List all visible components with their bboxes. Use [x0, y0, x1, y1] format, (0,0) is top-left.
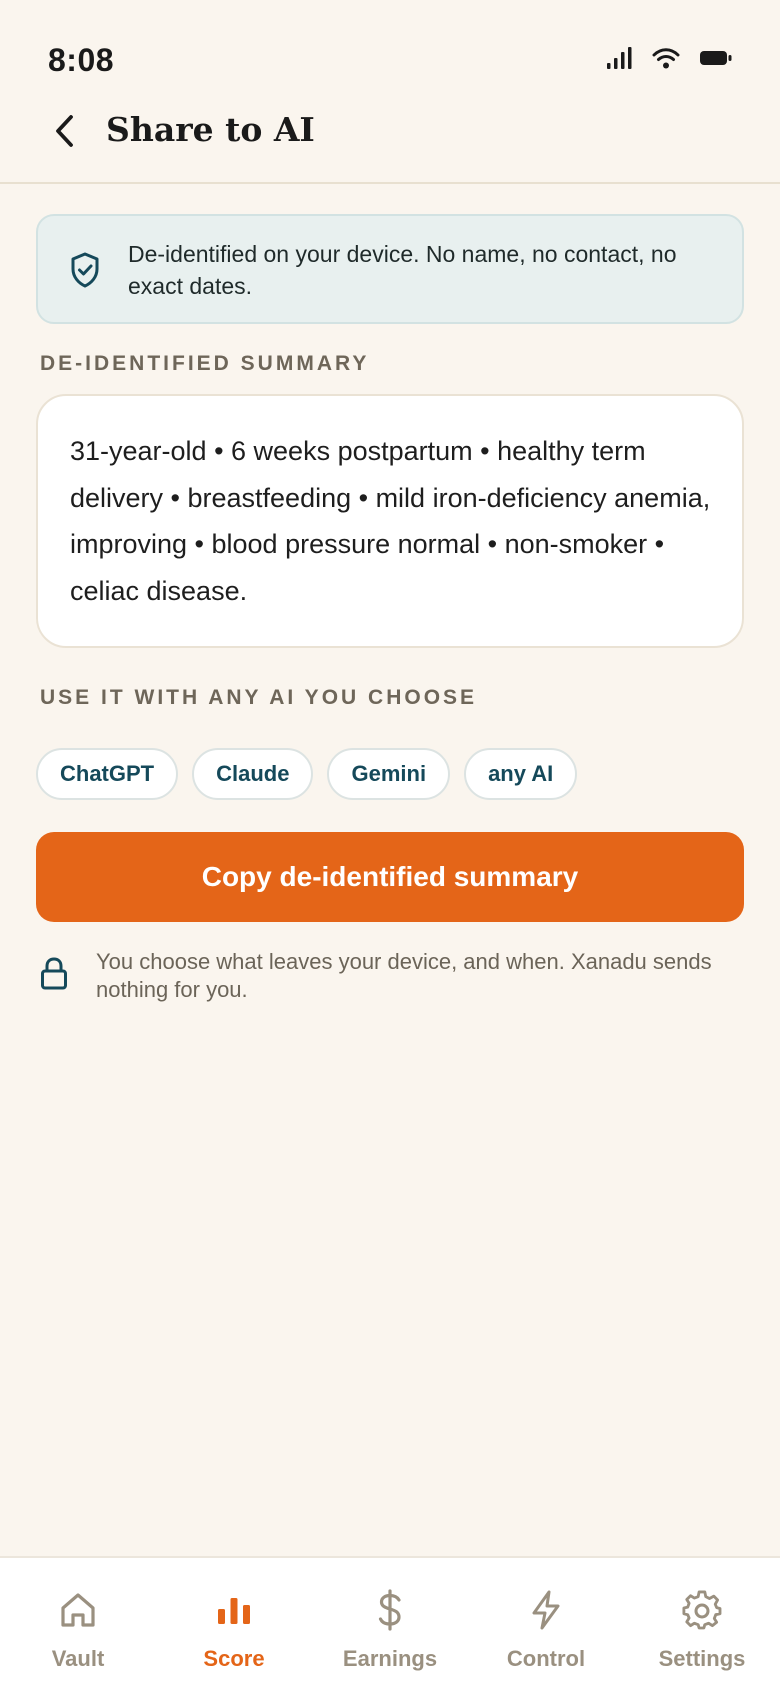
- dollar-icon: [375, 1588, 405, 1632]
- tab-earnings[interactable]: Earnings: [312, 1558, 468, 1688]
- battery-icon: [700, 49, 732, 72]
- de-identified-notice: De-identified on your device. No name, n…: [36, 214, 744, 324]
- back-button[interactable]: [40, 108, 90, 158]
- ai-chip-list: ChatGPT Claude Gemini any AI: [36, 748, 578, 800]
- page-title: Share to AI: [106, 110, 315, 149]
- privacy-text: You choose what leaves your device, and …: [96, 949, 712, 1002]
- status-bar: 8:08: [0, 0, 780, 100]
- tab-vault[interactable]: Vault: [0, 1558, 156, 1688]
- summary-text: 31-year-old • 6 weeks postpartum • healt…: [70, 436, 711, 606]
- notice-text: De-identified on your device. No name, n…: [128, 241, 677, 299]
- tab-control[interactable]: Control: [468, 1558, 624, 1688]
- tab-settings[interactable]: Settings: [624, 1558, 780, 1688]
- status-icons: [606, 46, 732, 75]
- shield-check-icon: [70, 252, 100, 293]
- tab-earnings-label: Earnings: [342, 1646, 438, 1671]
- chip-any-ai[interactable]: any AI: [464, 748, 578, 800]
- lightning-icon: [529, 1588, 563, 1632]
- chip-claude[interactable]: Claude: [192, 748, 314, 800]
- chevron-left-icon: [52, 114, 78, 153]
- copy-summary-button[interactable]: Copy de-identified summary: [36, 832, 744, 922]
- tab-vault-label: Vault: [51, 1646, 105, 1671]
- wifi-icon: [652, 46, 680, 75]
- bar-chart-icon: [216, 1588, 252, 1632]
- cellular-signal-icon: [606, 46, 632, 75]
- chip-chatgpt[interactable]: ChatGPT: [36, 748, 179, 800]
- privacy-note: You choose what leaves your device, and …: [36, 946, 744, 1010]
- summary-section-label: DE-IDENTIFIED SUMMARY: [40, 352, 370, 375]
- home-icon: [58, 1588, 98, 1632]
- tab-settings-label: Settings: [658, 1646, 746, 1671]
- chip-gemini[interactable]: Gemini: [327, 748, 451, 800]
- ai-options-label: USE IT WITH ANY AI YOU CHOOSE: [40, 686, 478, 709]
- lock-icon: [40, 956, 68, 995]
- bottom-tab-bar: Vault Score Earnings Control Settings: [0, 1556, 780, 1688]
- share-to-ai-screen: 8:08 Share to AI De-identified on your d…: [0, 0, 780, 1688]
- app-header: Share to AI: [0, 100, 780, 184]
- status-time: 8:08: [48, 42, 115, 78]
- tab-score[interactable]: Score: [156, 1558, 312, 1688]
- summary-card: 31-year-old • 6 weeks postpartum • healt…: [36, 394, 744, 648]
- tab-control-label: Control: [506, 1646, 586, 1671]
- gear-icon: [682, 1588, 722, 1632]
- tab-score-label: Score: [203, 1646, 265, 1671]
